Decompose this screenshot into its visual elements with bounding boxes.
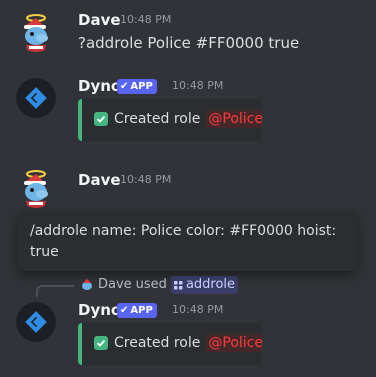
command-name-label: addrole: [185, 277, 236, 292]
command-icon: [173, 280, 183, 289]
command-use-line: Dave used addrole: [80, 276, 239, 294]
command-name[interactable]: addrole: [170, 276, 239, 294]
app-badge-label: APP: [130, 305, 153, 316]
dave-avatar-image: [16, 12, 56, 52]
dyno-logo-icon: [16, 78, 56, 118]
message-timestamp: 10:48 PM: [120, 173, 172, 186]
message-author[interactable]: Dyno: [78, 76, 121, 96]
embed-text: Created role: [114, 111, 201, 127]
role-mention[interactable]: @Police: [206, 334, 262, 352]
command-action: used: [135, 277, 167, 292]
check-icon: ✔: [120, 305, 129, 316]
check-mark-icon: [94, 112, 108, 126]
message-author[interactable]: Dave: [78, 10, 121, 30]
message-author[interactable]: Dave: [78, 170, 121, 190]
embed-accent-bar: [78, 323, 82, 365]
message-timestamp: 10:48 PM: [172, 303, 224, 316]
message-text: ?addrole Police #FF0000 true: [78, 34, 300, 52]
dave-avatar[interactable]: [16, 168, 56, 208]
embed: Created role @Police: [78, 323, 262, 365]
embed-accent-bar: [78, 99, 82, 141]
app-badge: ✔ APP: [117, 79, 157, 94]
command-tooltip: /addrole name: Police color: #FF0000 hoi…: [18, 213, 357, 271]
check-mark-icon: [94, 336, 108, 350]
message-timestamp: 10:48 PM: [120, 13, 172, 26]
dave-avatar-image: [16, 168, 56, 208]
app-badge-label: APP: [130, 81, 153, 92]
command-user[interactable]: Dave: [98, 276, 132, 294]
dave-avatar[interactable]: [16, 12, 56, 52]
embed-content: Created role @Police: [94, 334, 262, 352]
embed-text: Created role: [114, 335, 201, 351]
embed: Created role @Police: [78, 99, 262, 141]
dyno-avatar[interactable]: [16, 78, 56, 118]
dyno-logo-icon: [16, 302, 56, 342]
dave-mini-avatar: [80, 278, 94, 292]
check-icon: ✔: [120, 81, 129, 92]
chat-window: Dave 10:48 PM ?addrole Police #FF0000 tr…: [0, 0, 376, 377]
app-badge: ✔ APP: [117, 303, 157, 318]
dyno-avatar[interactable]: [16, 302, 56, 342]
message-timestamp: 10:48 PM: [172, 79, 224, 92]
role-mention[interactable]: @Police: [206, 110, 262, 128]
reply-spine: [36, 285, 74, 297]
embed-content: Created role @Police: [94, 110, 262, 128]
message-author[interactable]: Dyno: [78, 300, 121, 320]
